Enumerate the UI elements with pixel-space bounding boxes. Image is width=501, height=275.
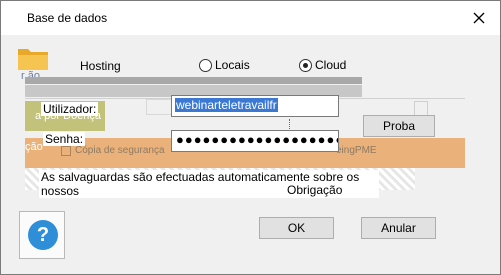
ghost-bar [25,77,362,84]
cloud-radio-label: Cloud [315,58,347,72]
hosting-label: Hosting [80,59,121,73]
cancel-button[interactable]: Anular [361,217,436,239]
ghost-text: ção [25,141,43,153]
password-label: Senha: [43,132,86,146]
username-value: webinarteletravailfr [175,98,278,112]
window-title: Base de dados [27,11,108,25]
password-value: ●●●●●●●●●●●●●●●●●●●● [176,132,339,147]
username-field[interactable]: webinarteletravailfr [171,95,339,117]
test-connection-button[interactable]: Proba [363,115,435,137]
radio-dot-checked [299,58,312,72]
ghost-checkbox [61,146,71,156]
locais-radio-label: Locais [215,58,250,72]
radio-dot [199,58,212,72]
ghost-tick [289,119,290,129]
folder-icon [18,49,48,70]
close-icon [473,12,485,24]
ghost-text: Cópia de segurança [75,145,165,156]
help-icon[interactable]: ? [28,220,58,250]
password-field[interactable]: ●●●●●●●●●●●●●●●●●●●● [171,130,339,152]
help-panel: ? [19,211,65,259]
username-label: Utilizador: [41,102,99,116]
database-dialog: Base de dados Hosting Locais Cloud r ão … [0,0,501,275]
locais-radio[interactable]: Locais [199,58,250,72]
notice-continuation: Obrigação [285,183,345,197]
cloud-radio[interactable]: Cloud [299,58,346,72]
close-button[interactable] [466,5,492,31]
ghost-text: eingPME [336,145,377,156]
title-bar: Base de dados [1,1,500,35]
ok-button[interactable]: OK [259,217,334,239]
